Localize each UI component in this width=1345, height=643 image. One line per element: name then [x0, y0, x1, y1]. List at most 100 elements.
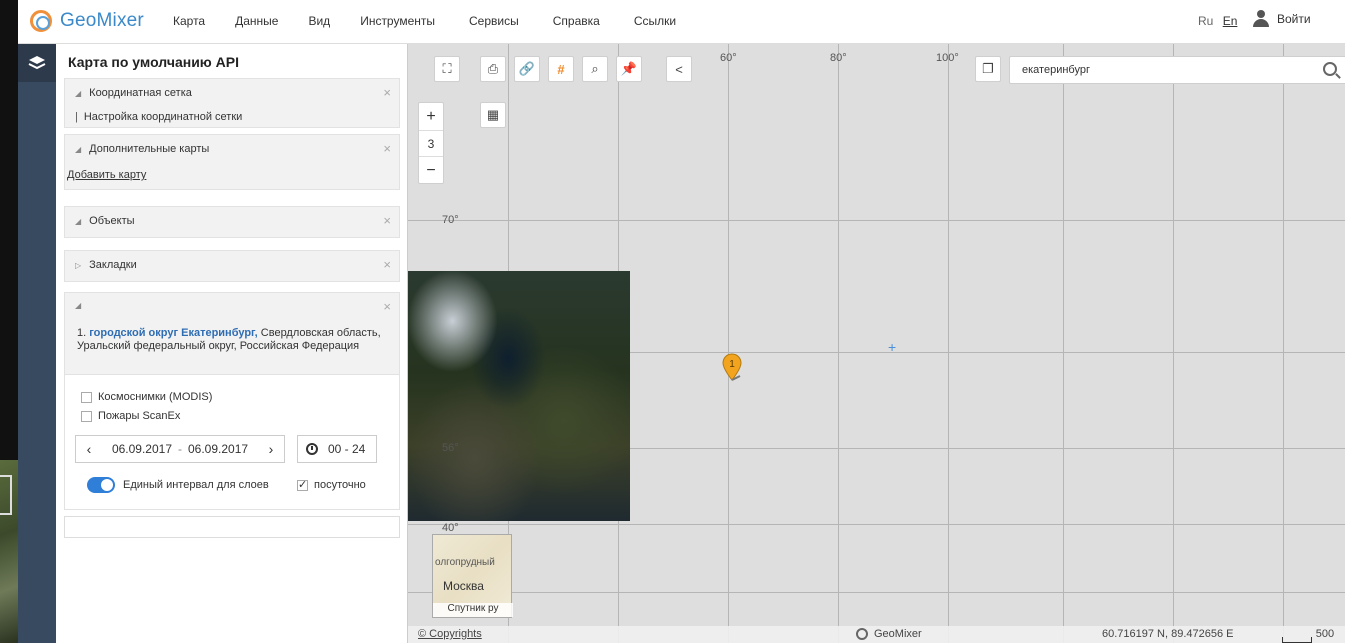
minimap-town: олгопрудный — [435, 557, 495, 568]
grid-icon: # — [557, 61, 565, 77]
layers-switch-button[interactable]: ❐ — [975, 56, 1001, 82]
footer-logo-text: GeoMixer — [874, 628, 922, 640]
login-button[interactable]: Войти — [1253, 10, 1311, 28]
collapse-triangle-icon: ◢ — [75, 301, 82, 310]
print-button[interactable]: ⎙ — [480, 56, 506, 82]
prev-date-button[interactable]: ‹ — [76, 441, 102, 457]
extra-maps-block: ◢ Дополнительные карты × Добавить карту — [64, 134, 400, 190]
date-from: 06.09.2017 — [111, 442, 172, 456]
extra-maps-header[interactable]: ◢ Дополнительные карты — [75, 143, 209, 155]
menu-item-tools[interactable]: Инструменты — [360, 14, 435, 28]
time-range-picker[interactable]: 00 - 24 — [297, 435, 377, 463]
scale-bar: 500 км — [1282, 628, 1345, 643]
link-icon: 🔗 — [518, 61, 536, 76]
menu-item-view[interactable]: Вид — [308, 14, 330, 28]
grid-settings-item[interactable]: | Настройка координатной сетки — [75, 111, 242, 123]
pin-icon: 📌 — [620, 61, 638, 76]
cursor-coordinates[interactable]: 60.716197 N, 89.472656 E — [1102, 628, 1234, 640]
menu-item-help[interactable]: Справка — [553, 14, 600, 28]
minimap-label: Спутник ру — [433, 603, 513, 617]
minimap[interactable]: олгопрудный Москва Спутник ру — [432, 534, 513, 618]
single-interval-toggle[interactable] — [87, 477, 115, 493]
lang-en[interactable]: En — [1223, 14, 1238, 28]
box-zoom-icon: ⌕ — [591, 61, 599, 76]
date-range[interactable]: 06.09.2017-06.09.2017 — [102, 442, 258, 456]
daily-checkbox-row[interactable]: посуточно — [297, 478, 366, 491]
search-icon[interactable] — [1323, 62, 1337, 76]
lon-label: 80° — [830, 52, 847, 64]
daily-checkbox[interactable] — [297, 478, 308, 491]
grid-block-title: Координатная сетка — [89, 87, 192, 99]
bookmarks-header[interactable]: ▷ Закладки — [75, 259, 137, 271]
grid-block-header[interactable]: ◢ Координатная сетка — [75, 87, 192, 99]
close-icon[interactable]: × — [383, 213, 391, 228]
grid-line — [1173, 44, 1174, 643]
close-icon[interactable]: × — [383, 85, 391, 100]
menu-item-services[interactable]: Сервисы — [469, 14, 519, 28]
modis-label: Космоснимки (MODIS) — [98, 391, 213, 403]
lang-ru[interactable]: Ru — [1198, 14, 1213, 28]
fires-checkbox[interactable] — [81, 410, 92, 422]
lat-label: 40° — [442, 522, 459, 534]
map-search[interactable]: екатеринбург — [1009, 56, 1345, 84]
layers-tab[interactable] — [18, 44, 56, 82]
result-name[interactable]: городской округ Екатеринбург, — [89, 327, 257, 339]
next-date-button[interactable]: › — [258, 441, 284, 457]
menu-item-links[interactable]: Ссылки — [634, 14, 676, 28]
copyrights-link[interactable]: © Copyrights — [418, 628, 482, 640]
map-view[interactable]: 60° 80° 100° 70° 56° 40° ⛶ ⎙ 🔗 # ⌕ 📌 < ▦… — [408, 44, 1345, 643]
login-label: Войти — [1277, 12, 1311, 26]
marker-label: 1 — [729, 359, 735, 370]
search-input[interactable]: екатеринбург — [1022, 64, 1090, 76]
modis-checkbox[interactable] — [81, 391, 92, 403]
share-button[interactable]: < — [666, 56, 692, 82]
grid-toggle-button[interactable]: # — [548, 56, 574, 82]
cursor-bar-icon: | — [75, 111, 78, 123]
close-icon[interactable]: × — [383, 299, 391, 314]
zoom-control: + 3 − — [418, 102, 444, 184]
map-footer: © Copyrights GeoMixer 60.716197 N, 89.47… — [408, 626, 1345, 643]
search-results-header[interactable]: ◢ — [75, 301, 89, 310]
fires-checkbox-row[interactable]: Пожары ScanEx — [81, 410, 180, 422]
left-icon-rail — [18, 44, 56, 643]
empty-panel-field[interactable] — [64, 516, 400, 538]
background-frame — [0, 475, 12, 515]
fullscreen-button[interactable]: ⛶ — [434, 56, 460, 82]
print-icon: ⎙ — [487, 61, 499, 76]
map-title: Карта по умолчанию API — [68, 54, 239, 70]
scale-label: 500 км — [1315, 628, 1335, 643]
base-layers-button[interactable]: ▦ — [480, 102, 506, 128]
minimap-city: Москва — [443, 579, 484, 593]
zoom-out-button[interactable]: − — [419, 157, 443, 184]
geomixer-logo-icon — [30, 10, 52, 32]
collapse-triangle-icon: ◢ — [75, 216, 82, 226]
lat-label: 56° — [442, 442, 459, 454]
expand-triangle-icon: ▷ — [75, 260, 82, 270]
close-icon[interactable]: × — [383, 257, 391, 272]
date-to: 06.09.2017 — [188, 442, 249, 456]
zoom-in-button[interactable]: + — [419, 103, 443, 130]
footer-logo[interactable]: GeoMixer — [856, 628, 922, 640]
drawing-button[interactable]: 📌 — [616, 56, 642, 82]
close-icon[interactable]: × — [383, 141, 391, 156]
grid-settings-label: Настройка координатной сетки — [83, 111, 243, 123]
logo[interactable]: GeoMixer — [30, 10, 144, 32]
objects-header[interactable]: ◢ Объекты — [75, 215, 135, 227]
add-map-link[interactable]: Добавить карту — [67, 169, 146, 181]
lat-label: 70° — [442, 214, 459, 226]
modis-checkbox-row[interactable]: Космоснимки (MODIS) — [81, 391, 212, 403]
location-marker-icon[interactable]: 1 — [720, 352, 744, 384]
user-icon — [1253, 10, 1269, 28]
objects-title: Объекты — [89, 215, 135, 227]
clock-icon — [306, 443, 318, 455]
search-result-item[interactable]: 1. городской округ Екатеринбург, Свердло… — [77, 327, 397, 353]
box-zoom-button[interactable]: ⌕ — [582, 56, 608, 82]
fullscreen-icon: ⛶ — [442, 61, 452, 76]
main-menu: Карта Данные Вид Инструменты Сервисы Спр… — [173, 14, 706, 28]
grid-line — [1063, 44, 1064, 643]
menu-item-map[interactable]: Карта — [173, 14, 205, 28]
lon-label: 100° — [936, 52, 959, 64]
permalink-button[interactable]: 🔗 — [514, 56, 540, 82]
menu-item-data[interactable]: Данные — [235, 14, 278, 28]
collapse-triangle-icon: ◢ — [75, 144, 82, 154]
